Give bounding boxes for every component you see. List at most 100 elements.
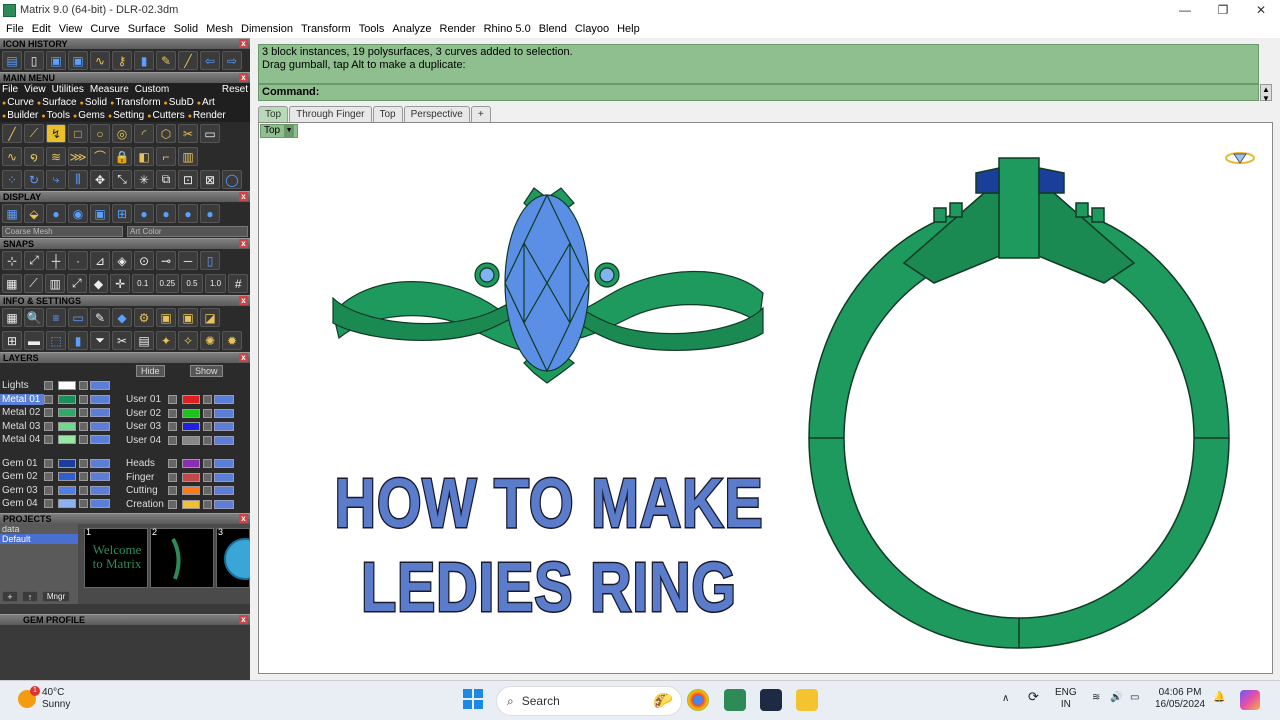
matrix-taskbar-icon[interactable]: [724, 689, 746, 711]
snap-value-2[interactable]: 0.5: [181, 274, 203, 293]
wireframe-icon[interactable]: ▦: [2, 204, 22, 223]
layer-color-swatch[interactable]: [182, 459, 200, 468]
category-surface[interactable]: Surface: [37, 97, 76, 108]
crosshair-icon[interactable]: ✛: [110, 274, 130, 293]
layer-toggle[interactable]: [44, 458, 53, 468]
menu-view[interactable]: View: [55, 23, 87, 35]
layer-toggle[interactable]: [44, 381, 53, 390]
gem-1-icon[interactable]: ✦: [156, 331, 176, 350]
layer-row[interactable]: User 04: [124, 434, 234, 447]
close-icon[interactable]: x: [239, 73, 248, 82]
snap-int-icon[interactable]: ◈: [112, 251, 132, 270]
rendered-sphere-icon[interactable]: ◉: [68, 204, 88, 223]
line-tool-icon[interactable]: ⟋: [24, 124, 44, 143]
layer-name[interactable]: Cutting: [124, 485, 168, 496]
new-file-icon[interactable]: ▯: [24, 51, 44, 70]
maximize-button[interactable]: ❐: [1204, 0, 1242, 20]
layer-visibility-toggle[interactable]: [90, 485, 110, 495]
cylinder-info-icon[interactable]: ▮: [68, 331, 88, 350]
lock-icon[interactable]: [79, 421, 88, 431]
layer-name[interactable]: Metal 03: [0, 421, 44, 432]
chart-icon[interactable]: ▤: [134, 331, 154, 350]
brush-icon[interactable]: ✎: [156, 51, 176, 70]
rotate-curve-icon[interactable]: ↻: [24, 170, 44, 189]
lock-icon[interactable]: [79, 485, 88, 495]
layer-name[interactable]: Gem 03: [0, 485, 44, 496]
planar-icon[interactable]: ▥: [45, 274, 65, 293]
fillet-icon[interactable]: ⌒: [90, 147, 110, 166]
lock-icon[interactable]: [203, 435, 212, 445]
shaded-sphere-icon[interactable]: ●: [46, 204, 66, 223]
rhino-taskbar-icon[interactable]: [760, 689, 782, 711]
layer-color-swatch[interactable]: [58, 485, 76, 495]
ghosted-icon[interactable]: ⬙: [24, 204, 44, 223]
layer-toggle[interactable]: [44, 394, 53, 404]
settings-3-icon[interactable]: ▣: [178, 308, 198, 327]
category-render[interactable]: Render: [188, 110, 226, 121]
windows-start-icon[interactable]: [463, 689, 483, 709]
gem-3-icon[interactable]: ✺: [200, 331, 220, 350]
panel-layers[interactable]: LAYERS x: [0, 352, 250, 363]
chrome-icon[interactable]: [687, 689, 709, 711]
layer-visibility-toggle[interactable]: [90, 435, 110, 444]
snap-center-icon[interactable]: ⊿: [90, 251, 110, 270]
layer-toggle[interactable]: [168, 472, 177, 482]
lock-icon[interactable]: [203, 499, 212, 509]
lock-icon[interactable]: [79, 499, 88, 508]
magnifier-icon[interactable]: 🔍: [24, 308, 44, 327]
panel-main-menu[interactable]: MAIN MENU x: [0, 72, 250, 83]
layer-color-swatch[interactable]: [182, 435, 200, 445]
layer-row[interactable]: Metal 03: [0, 420, 110, 433]
minimize-button[interactable]: —: [1166, 0, 1204, 20]
add-project-icon[interactable]: +: [2, 591, 18, 602]
layer-toggle[interactable]: [168, 486, 177, 495]
layer-color-swatch[interactable]: [182, 499, 200, 509]
menu-edit[interactable]: Edit: [28, 23, 55, 35]
menu-curve[interactable]: Curve: [86, 23, 123, 35]
menu-transform[interactable]: Transform: [297, 23, 355, 35]
category-subd[interactable]: SubD: [164, 97, 194, 108]
layer-color-swatch[interactable]: [58, 394, 76, 404]
show-button[interactable]: Show: [190, 365, 223, 377]
ring-icon[interactable]: ◯: [222, 170, 242, 189]
menu-surface[interactable]: Surface: [124, 23, 170, 35]
layer-row[interactable]: User 01: [124, 393, 234, 406]
layer-name[interactable]: User 04: [124, 435, 168, 446]
explode-icon[interactable]: ✳: [134, 170, 154, 189]
layer-toggle[interactable]: [44, 485, 53, 495]
gem-2-icon[interactable]: ✧: [178, 331, 198, 350]
settings-4-icon[interactable]: ◪: [200, 308, 220, 327]
lock-icon[interactable]: [203, 472, 212, 482]
layer-visibility-toggle[interactable]: [214, 408, 234, 418]
split-icon[interactable]: ⫼: [68, 170, 88, 189]
offset-icon[interactable]: ⋙: [68, 147, 88, 166]
save-as-icon[interactable]: ▣: [68, 51, 88, 70]
language-indicator[interactable]: ENG IN: [1055, 687, 1077, 711]
layer-visibility-toggle[interactable]: [214, 395, 234, 404]
command-input[interactable]: Command:: [258, 84, 1259, 101]
funnel-icon[interactable]: ⏷: [90, 331, 110, 350]
lock-icon[interactable]: [203, 408, 212, 418]
layers-info-icon[interactable]: ≡: [46, 308, 66, 327]
ortho-icon[interactable]: ⟋: [23, 274, 44, 293]
rectangle-icon[interactable]: □: [68, 124, 88, 143]
layer-visibility-toggle[interactable]: [90, 381, 110, 390]
layer-row[interactable]: User 03: [124, 420, 234, 433]
layer-row[interactable]: Heads: [124, 457, 234, 470]
layer-toggle[interactable]: [44, 472, 53, 481]
snap-perp-icon[interactable]: ⊙: [134, 251, 154, 270]
layer-visibility-toggle[interactable]: [90, 472, 110, 481]
file-explorer-icon[interactable]: [796, 689, 818, 711]
layer-row[interactable]: Gem 02: [0, 470, 110, 483]
category-solid[interactable]: Solid: [80, 97, 107, 108]
ungroup-icon[interactable]: ⊠: [200, 170, 220, 189]
lock-icon[interactable]: [79, 408, 88, 417]
panel-snaps[interactable]: SNAPS x: [0, 238, 250, 249]
speaker-icon[interactable]: 🔊: [1110, 692, 1122, 704]
layer-name[interactable]: Metal 01: [0, 393, 44, 405]
layer-visibility-toggle[interactable]: [214, 499, 234, 509]
layer-row[interactable]: Gem 03: [0, 484, 110, 497]
main-menu-file[interactable]: File: [2, 84, 18, 95]
settings-1-icon[interactable]: ⚙: [134, 308, 154, 327]
category-art[interactable]: Art: [197, 97, 215, 108]
